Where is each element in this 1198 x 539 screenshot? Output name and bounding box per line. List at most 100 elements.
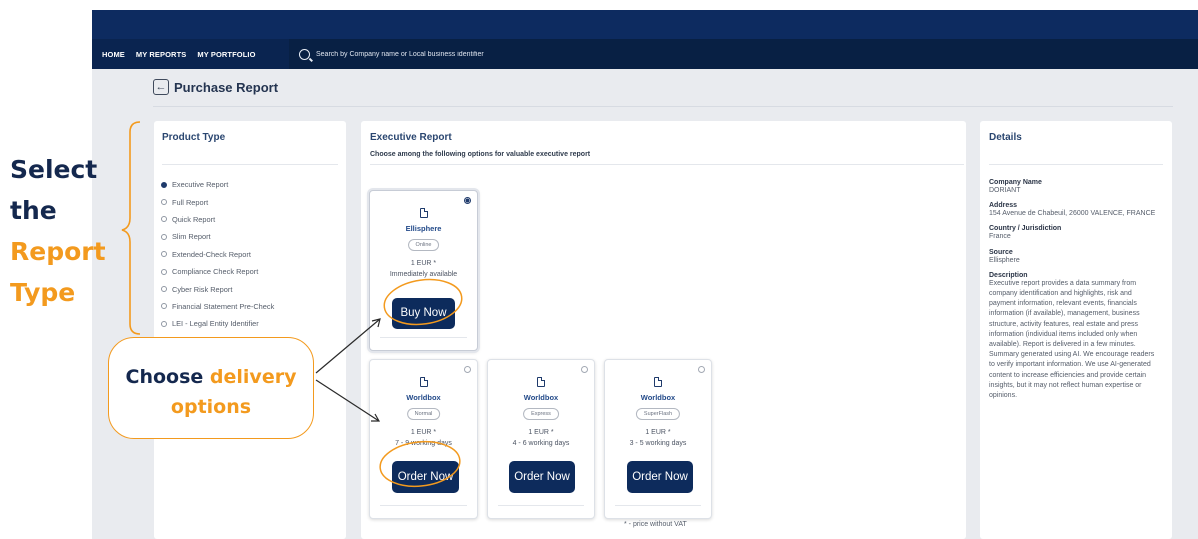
buy-now-button[interactable]: Buy Now bbox=[392, 298, 455, 329]
provider-name: Ellisphere bbox=[405, 224, 442, 233]
delivery-option-card[interactable]: Worldbox Normal 1 EUR * 7 - 9 working days O… bbox=[369, 359, 478, 519]
radio-button[interactable] bbox=[161, 303, 167, 310]
nav-home[interactable]: HOME bbox=[102, 50, 125, 59]
price-text: 1 EUR * bbox=[528, 429, 554, 436]
product-type-option[interactable]: Slim Report bbox=[161, 228, 274, 245]
product-type-option[interactable]: Cyber Risk Report bbox=[161, 280, 274, 297]
provider-name: Worldbox bbox=[523, 393, 559, 402]
delivery-mode-badge: SuperFlash bbox=[635, 408, 681, 420]
price-text: 1 EUR * bbox=[410, 429, 437, 436]
address-label: Address bbox=[989, 202, 1018, 210]
card-divider bbox=[380, 337, 467, 338]
company-name-value: DORIANT bbox=[989, 187, 1021, 194]
executive-report-subtitle: Choose among the following options for v… bbox=[370, 151, 591, 158]
nav-my-portfolio[interactable]: MY PORTFOLIO bbox=[197, 50, 255, 59]
radio-button[interactable] bbox=[161, 320, 167, 327]
callout-word: Choose bbox=[125, 366, 204, 388]
radio-button[interactable] bbox=[161, 199, 167, 206]
description-value: Executive report provides a data summary… bbox=[989, 279, 1155, 400]
executive-report-title: Executive Report bbox=[370, 132, 452, 143]
card-divider bbox=[380, 505, 467, 506]
panel-divider bbox=[162, 164, 338, 165]
delivery-time-text: 4 - 6 working days bbox=[512, 440, 570, 447]
document-icon bbox=[537, 376, 546, 387]
delivery-time-text: Immediately available bbox=[389, 271, 458, 278]
card-divider bbox=[498, 505, 584, 506]
provider-name: Worldbox bbox=[640, 393, 676, 402]
country-value: France bbox=[989, 233, 1011, 241]
panel-divider bbox=[989, 164, 1163, 165]
provider-name: Worldbox bbox=[406, 393, 441, 402]
order-now-button[interactable]: Order Now bbox=[627, 461, 693, 493]
panel-divider bbox=[370, 164, 964, 165]
country-label: Country / Jurisdiction bbox=[989, 225, 1062, 233]
annotation-line: the bbox=[10, 196, 57, 225]
product-type-option[interactable]: Executive Report bbox=[161, 176, 274, 193]
price-text: 1 EUR * bbox=[645, 429, 671, 436]
product-type-option[interactable]: Extended-Check Report bbox=[161, 246, 274, 263]
product-type-label: Quick Report bbox=[172, 214, 216, 224]
product-type-option[interactable]: LEI - Legal Entity Identifier bbox=[161, 315, 274, 332]
option-radio[interactable] bbox=[698, 366, 705, 373]
document-icon bbox=[419, 376, 428, 387]
radio-button[interactable] bbox=[161, 233, 167, 240]
option-radio[interactable] bbox=[464, 366, 471, 373]
product-type-label: Compliance Check Report bbox=[172, 267, 259, 277]
page-title: Purchase Report bbox=[174, 79, 279, 95]
executive-report-panel: Executive Report Choose among the follow… bbox=[361, 121, 966, 539]
annotation-line: Report bbox=[10, 237, 106, 266]
header-divider bbox=[153, 106, 1173, 107]
order-now-button[interactable]: Order Now bbox=[509, 461, 575, 493]
search-icon bbox=[299, 48, 310, 60]
annotation-line: Select bbox=[10, 155, 98, 184]
details-title: Details bbox=[989, 132, 1022, 143]
delivery-option-card[interactable]: Worldbox Express 1 EUR * 4 - 6 working days… bbox=[487, 359, 595, 519]
product-type-label: Cyber Risk Report bbox=[172, 284, 233, 294]
company-name-label: Company Name bbox=[989, 179, 1042, 186]
vat-note: * - price without VAT bbox=[624, 521, 687, 528]
app-window: HOME MY REPORTS MY PORTFOLIO ← Purchase … bbox=[92, 10, 1198, 539]
back-arrow-icon[interactable]: ← bbox=[153, 79, 169, 95]
delivery-mode-badge: Express bbox=[523, 408, 559, 420]
source-value: Ellisphere bbox=[989, 256, 1020, 264]
delivery-time-text: 7 - 9 working days bbox=[395, 440, 452, 447]
search-input[interactable] bbox=[316, 50, 716, 58]
product-type-option[interactable]: Quick Report bbox=[161, 211, 274, 228]
price-text: 1 EUR * bbox=[410, 260, 437, 267]
callout-text: Choose delivery options bbox=[109, 362, 313, 422]
delivery-option-card[interactable]: Ellisphere Online 1 EUR * Immediately avail… bbox=[369, 190, 478, 351]
document-icon bbox=[419, 207, 428, 218]
option-radio[interactable] bbox=[464, 197, 471, 204]
nav-my-reports[interactable]: MY REPORTS bbox=[136, 50, 186, 59]
product-type-option[interactable]: Financial Statement Pre-Check bbox=[161, 298, 274, 315]
product-type-label: Extended-Check Report bbox=[172, 249, 251, 259]
address-value: 154 Avenue de Chabeuil, 26000 VALENCE, F… bbox=[989, 210, 1156, 218]
delivery-time-text: 3 - 5 working days bbox=[629, 440, 687, 447]
callout-word: options bbox=[170, 396, 252, 418]
document-icon bbox=[654, 376, 663, 387]
product-type-title: Product Type bbox=[162, 132, 226, 143]
description-label: Description bbox=[989, 271, 1028, 279]
nav-bar: HOME MY REPORTS MY PORTFOLIO bbox=[92, 39, 1198, 69]
radio-button[interactable] bbox=[161, 251, 167, 258]
select-report-type-annotation: Select the Report Type bbox=[10, 149, 106, 313]
top-banner bbox=[92, 10, 1198, 39]
radio-button[interactable] bbox=[161, 181, 167, 188]
option-radio[interactable] bbox=[581, 366, 588, 373]
delivery-options-callout: Choose delivery options bbox=[108, 337, 314, 439]
callout-word: delivery bbox=[209, 366, 297, 388]
details-list: Company Name DORIANT Address 154 Avenue … bbox=[989, 179, 1157, 401]
radio-button[interactable] bbox=[161, 268, 167, 275]
delivery-mode-badge: Normal bbox=[406, 408, 441, 420]
radio-button[interactable] bbox=[161, 286, 167, 293]
product-type-option[interactable]: Full Report bbox=[161, 193, 274, 210]
order-now-button[interactable]: Order Now bbox=[392, 461, 459, 493]
product-type-label: Financial Statement Pre-Check bbox=[172, 301, 275, 311]
product-type-label: LEI - Legal Entity Identifier bbox=[172, 319, 259, 329]
radio-button[interactable] bbox=[161, 216, 167, 223]
product-type-label: Full Report bbox=[172, 197, 209, 207]
tutorial-screenshot: HOME MY REPORTS MY PORTFOLIO ← Purchase … bbox=[0, 0, 1198, 539]
delivery-option-card[interactable]: Worldbox SuperFlash 1 EUR * 3 - 5 working d… bbox=[604, 359, 712, 519]
product-type-option[interactable]: Compliance Check Report bbox=[161, 263, 274, 280]
annotation-line: Type bbox=[10, 278, 76, 307]
